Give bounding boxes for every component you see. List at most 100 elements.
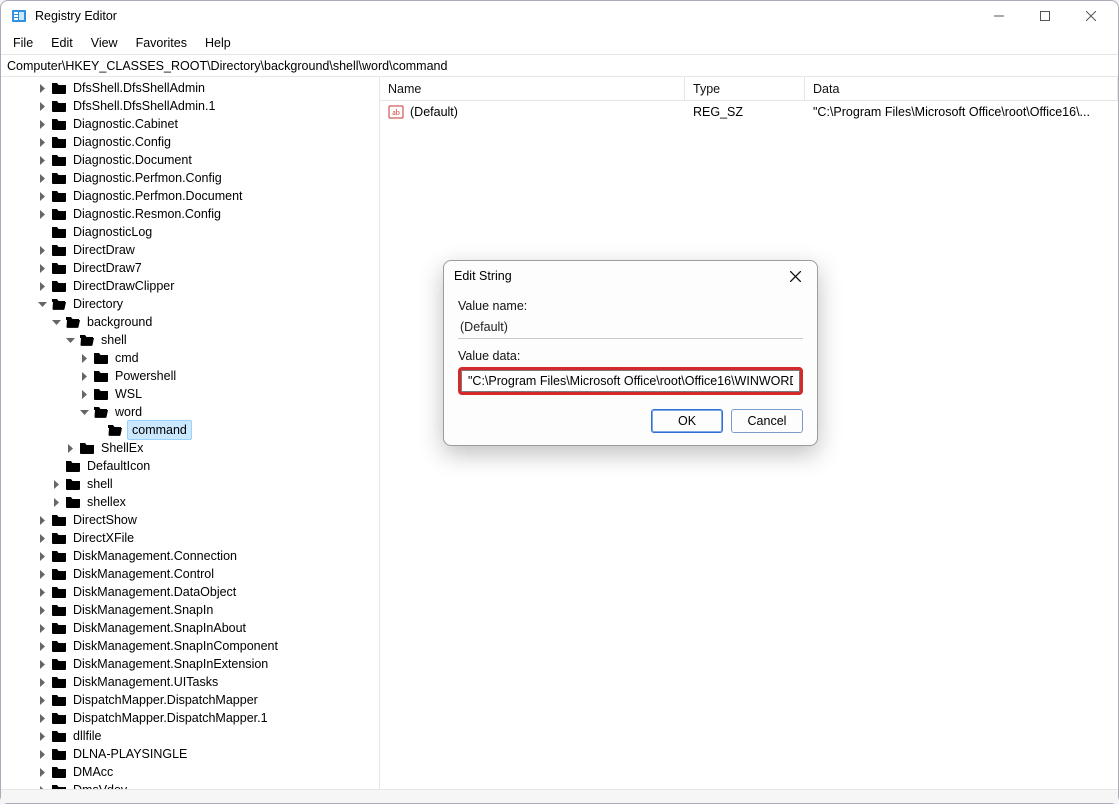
folder-icon bbox=[51, 224, 67, 240]
expand-icon[interactable] bbox=[63, 441, 77, 455]
expand-icon[interactable] bbox=[35, 711, 49, 725]
tree-item[interactable]: dllfile bbox=[1, 727, 379, 745]
value-name-field[interactable]: (Default) bbox=[458, 317, 803, 339]
tree-item[interactable]: Diagnostic.Resmon.Config bbox=[1, 205, 379, 223]
expand-icon[interactable] bbox=[35, 117, 49, 131]
expand-icon[interactable] bbox=[35, 549, 49, 563]
collapse-icon[interactable] bbox=[49, 315, 63, 329]
tree-item[interactable]: DiagnosticLog bbox=[1, 223, 379, 241]
expand-icon[interactable] bbox=[35, 243, 49, 257]
tree-item[interactable]: DispatchMapper.DispatchMapper.1 bbox=[1, 709, 379, 727]
tree-item[interactable]: DiskManagement.SnapInExtension bbox=[1, 655, 379, 673]
expand-icon[interactable] bbox=[35, 621, 49, 635]
tree-item[interactable]: shellex bbox=[1, 493, 379, 511]
tree-item[interactable]: DmsVdev bbox=[1, 781, 379, 789]
col-data[interactable]: Data bbox=[805, 77, 1118, 100]
tree-item[interactable]: DiskManagement.SnapInComponent bbox=[1, 637, 379, 655]
tree-item[interactable]: cmd bbox=[1, 349, 379, 367]
expand-icon[interactable] bbox=[35, 171, 49, 185]
tree-item[interactable]: ShellEx bbox=[1, 439, 379, 457]
tree-item[interactable]: DiskManagement.UITasks bbox=[1, 673, 379, 691]
expand-icon[interactable] bbox=[35, 153, 49, 167]
expand-icon[interactable] bbox=[49, 495, 63, 509]
collapse-icon[interactable] bbox=[35, 297, 49, 311]
expand-icon[interactable] bbox=[35, 675, 49, 689]
tree-item[interactable]: Diagnostic.Perfmon.Config bbox=[1, 169, 379, 187]
tree-item[interactable]: DefaultIcon bbox=[1, 457, 379, 475]
menu-file[interactable]: File bbox=[5, 33, 41, 53]
tree-item[interactable]: Diagnostic.Cabinet bbox=[1, 115, 379, 133]
tree-item-label: dllfile bbox=[71, 727, 104, 745]
tree-item[interactable]: DLNA-PLAYSINGLE bbox=[1, 745, 379, 763]
maximize-button[interactable] bbox=[1022, 1, 1068, 31]
tree-item[interactable]: DispatchMapper.DispatchMapper bbox=[1, 691, 379, 709]
tree-item[interactable]: DMAcc bbox=[1, 763, 379, 781]
expand-icon[interactable] bbox=[35, 603, 49, 617]
tree-item[interactable]: DiskManagement.Control bbox=[1, 565, 379, 583]
minimize-button[interactable] bbox=[976, 1, 1022, 31]
splitter[interactable] bbox=[376, 413, 380, 453]
collapse-icon[interactable] bbox=[63, 333, 77, 347]
expand-icon[interactable] bbox=[35, 639, 49, 653]
expand-icon[interactable] bbox=[35, 567, 49, 581]
tree-item[interactable]: Powershell bbox=[1, 367, 379, 385]
expand-icon[interactable] bbox=[35, 765, 49, 779]
tree-item[interactable]: DirectDraw7 bbox=[1, 259, 379, 277]
tree-item[interactable]: DiskManagement.DataObject bbox=[1, 583, 379, 601]
tree-item[interactable]: DiskManagement.SnapIn bbox=[1, 601, 379, 619]
col-name[interactable]: Name bbox=[380, 77, 685, 100]
tree-item[interactable]: Directory bbox=[1, 295, 379, 313]
dialog-close-button[interactable] bbox=[783, 264, 807, 288]
tree-item[interactable]: Diagnostic.Document bbox=[1, 151, 379, 169]
expand-icon[interactable] bbox=[77, 387, 91, 401]
ok-button[interactable]: OK bbox=[651, 409, 723, 433]
menu-edit[interactable]: Edit bbox=[43, 33, 81, 53]
expand-icon[interactable] bbox=[77, 369, 91, 383]
close-button[interactable] bbox=[1068, 1, 1114, 31]
tree-item[interactable]: DiskManagement.Connection bbox=[1, 547, 379, 565]
tree-item[interactable]: Diagnostic.Config bbox=[1, 133, 379, 151]
tree-item[interactable]: word bbox=[1, 403, 379, 421]
tree-item[interactable]: DirectShow bbox=[1, 511, 379, 529]
menu-favorites[interactable]: Favorites bbox=[128, 33, 195, 53]
expand-icon[interactable] bbox=[35, 693, 49, 707]
tree-item[interactable]: DirectDrawClipper bbox=[1, 277, 379, 295]
expand-icon[interactable] bbox=[35, 99, 49, 113]
expand-icon[interactable] bbox=[35, 513, 49, 527]
tree-item[interactable]: shell bbox=[1, 475, 379, 493]
expand-icon[interactable] bbox=[35, 747, 49, 761]
expand-icon[interactable] bbox=[35, 189, 49, 203]
tree-item[interactable]: shell bbox=[1, 331, 379, 349]
tree-item[interactable]: DfsShell.DfsShellAdmin bbox=[1, 79, 379, 97]
cancel-button[interactable]: Cancel bbox=[731, 409, 803, 433]
tree-item[interactable]: DirectDraw bbox=[1, 241, 379, 259]
tree-item[interactable]: DiskManagement.SnapInAbout bbox=[1, 619, 379, 637]
address-bar[interactable]: Computer\HKEY_CLASSES_ROOT\Directory\bac… bbox=[1, 55, 1118, 77]
value-row[interactable]: ab(Default)REG_SZ"C:\Program Files\Micro… bbox=[380, 101, 1118, 123]
tree-item[interactable]: WSL bbox=[1, 385, 379, 403]
expand-icon[interactable] bbox=[77, 351, 91, 365]
expand-icon[interactable] bbox=[35, 729, 49, 743]
tree-item[interactable]: command bbox=[1, 421, 379, 439]
value-data-input[interactable] bbox=[461, 370, 800, 392]
tree-item[interactable]: DirectXFile bbox=[1, 529, 379, 547]
tree-item-label: DMAcc bbox=[71, 763, 115, 781]
tree-item[interactable]: Diagnostic.Perfmon.Document bbox=[1, 187, 379, 205]
collapse-icon[interactable] bbox=[77, 405, 91, 419]
tree-pane[interactable]: DfsShell.DfsShellAdminDfsShell.DfsShellA… bbox=[1, 77, 380, 789]
expand-icon[interactable] bbox=[35, 657, 49, 671]
expand-icon[interactable] bbox=[35, 207, 49, 221]
expand-icon[interactable] bbox=[35, 135, 49, 149]
col-type[interactable]: Type bbox=[685, 77, 805, 100]
menu-help[interactable]: Help bbox=[197, 33, 239, 53]
expand-icon[interactable] bbox=[35, 531, 49, 545]
expand-icon[interactable] bbox=[35, 585, 49, 599]
expand-icon[interactable] bbox=[49, 477, 63, 491]
tree-item[interactable]: background bbox=[1, 313, 379, 331]
expand-icon[interactable] bbox=[35, 783, 49, 789]
tree-item[interactable]: DfsShell.DfsShellAdmin.1 bbox=[1, 97, 379, 115]
expand-icon[interactable] bbox=[35, 81, 49, 95]
expand-icon[interactable] bbox=[35, 279, 49, 293]
expand-icon[interactable] bbox=[35, 261, 49, 275]
menu-view[interactable]: View bbox=[83, 33, 126, 53]
